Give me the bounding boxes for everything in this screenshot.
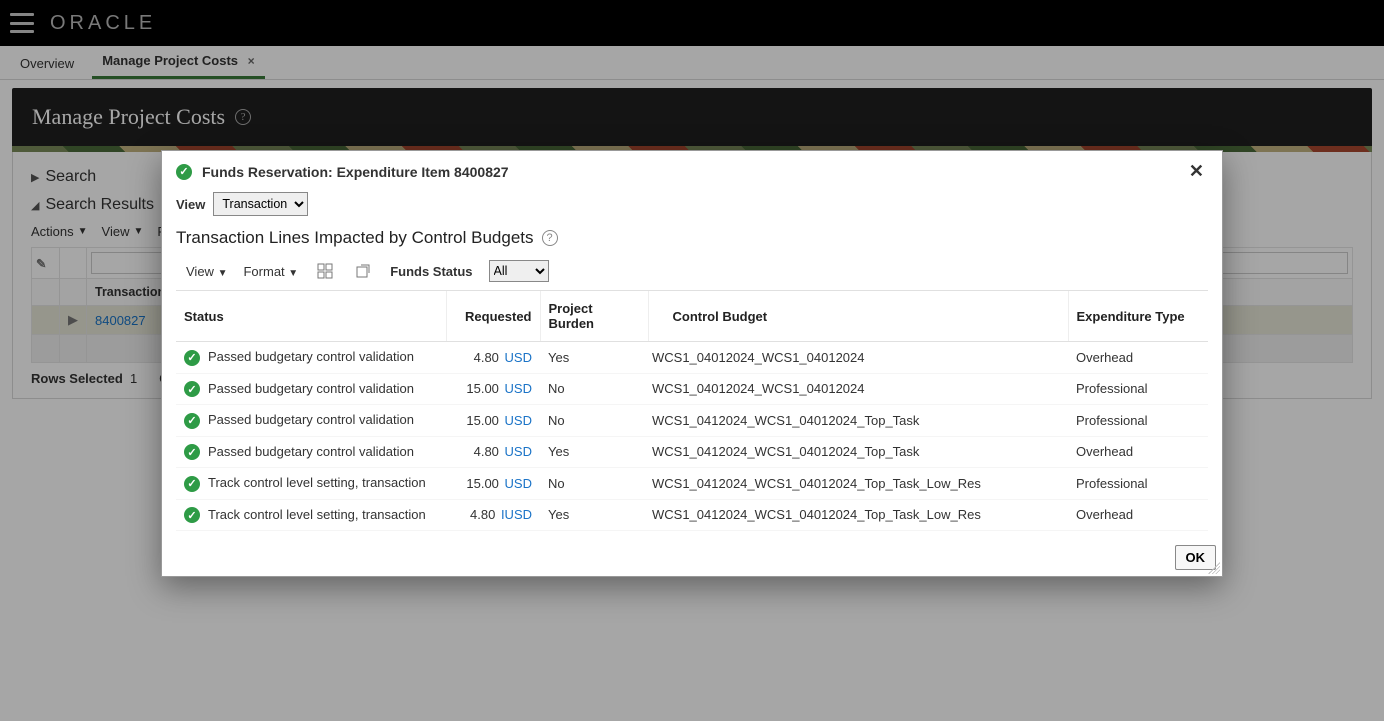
requested-amount: 15.00 xyxy=(466,381,499,396)
col-project-burden[interactable]: Project Burden xyxy=(540,291,648,342)
dialog-body: View Transaction Transaction Lines Impac… xyxy=(162,188,1222,539)
table-row[interactable]: ✓ Track control level setting, transactio… xyxy=(176,499,1208,531)
view-label: View xyxy=(176,197,205,212)
format-label: Format xyxy=(243,264,284,279)
project-burden-value: No xyxy=(540,468,648,500)
currency-code: IUSD xyxy=(501,507,532,522)
success-icon: ✓ xyxy=(184,444,200,460)
success-icon: ✓ xyxy=(184,413,200,429)
dialog-header: ✓ Funds Reservation: Expenditure Item 84… xyxy=(162,151,1222,188)
control-budget-value: WCS1_04012024_WCS1_04012024 xyxy=(648,342,1068,374)
control-budget-value: WCS1_04012024_WCS1_04012024 xyxy=(648,373,1068,405)
currency-code: USD xyxy=(505,381,532,396)
status-text: Passed budgetary control validation xyxy=(208,381,414,396)
funds-status-label: Funds Status xyxy=(390,264,472,279)
section-title: Transaction Lines Impacted by Control Bu… xyxy=(176,228,1208,248)
success-icon: ✓ xyxy=(184,476,200,492)
success-icon: ✓ xyxy=(176,164,192,180)
expenditure-type-value: Overhead xyxy=(1068,342,1208,374)
control-budget-value: WCS1_0412024_WCS1_04012024_Top_Task xyxy=(648,405,1068,437)
section-title-text: Transaction Lines Impacted by Control Bu… xyxy=(176,228,534,248)
help-icon[interactable]: ? xyxy=(542,230,558,246)
table-row[interactable]: ✓ Passed budgetary control validation 4.80… xyxy=(176,436,1208,468)
col-requested[interactable]: Requested xyxy=(446,291,540,342)
success-icon: ✓ xyxy=(184,381,200,397)
currency-code: USD xyxy=(505,444,532,459)
status-text: Track control level setting, transaction xyxy=(208,507,426,522)
modal-overlay: ✓ Funds Reservation: Expenditure Item 84… xyxy=(0,0,1384,721)
requested-amount: 4.80 xyxy=(474,444,499,459)
view-row: View Transaction xyxy=(176,192,1208,216)
requested-amount: 15.00 xyxy=(466,476,499,491)
col-status[interactable]: Status xyxy=(176,291,446,342)
project-burden-value: Yes xyxy=(540,342,648,374)
status-text: Passed budgetary control validation xyxy=(208,444,414,459)
lines-view-menu[interactable]: View ▼ xyxy=(186,264,227,279)
success-icon: ✓ xyxy=(184,507,200,523)
resize-handle[interactable] xyxy=(1208,562,1220,574)
lines-toolbar: View ▼ Format ▼ Funds Status All xyxy=(176,256,1208,291)
currency-code: USD xyxy=(505,413,532,428)
funds-reservation-dialog: ✓ Funds Reservation: Expenditure Item 84… xyxy=(161,150,1223,577)
table-row[interactable]: ✓ Passed budgetary control validation 15.0… xyxy=(176,405,1208,437)
status-text: Track control level setting, transaction xyxy=(208,475,426,490)
status-text: Passed budgetary control validation xyxy=(208,349,414,364)
lines-table: Status Requested Project Burden Control … xyxy=(176,291,1208,531)
view-select[interactable]: Transaction xyxy=(213,192,308,216)
requested-amount: 4.80 xyxy=(470,507,495,522)
currency-code: USD xyxy=(505,476,532,491)
funds-status-select[interactable]: All xyxy=(489,260,549,282)
expenditure-type-value: Professional xyxy=(1068,373,1208,405)
detach-icon[interactable] xyxy=(352,260,374,282)
currency-code: USD xyxy=(505,350,532,365)
expenditure-type-value: Overhead xyxy=(1068,499,1208,531)
requested-amount: 15.00 xyxy=(466,413,499,428)
col-expenditure-type[interactable]: Expenditure Type xyxy=(1068,291,1208,342)
expenditure-type-value: Professional xyxy=(1068,405,1208,437)
project-burden-value: No xyxy=(540,405,648,437)
dialog-footer: OK xyxy=(162,539,1222,576)
project-burden-value: Yes xyxy=(540,436,648,468)
expenditure-type-value: Overhead xyxy=(1068,436,1208,468)
control-budget-value: WCS1_0412024_WCS1_04012024_Top_Task_Low_… xyxy=(648,468,1068,500)
project-burden-value: Yes xyxy=(540,499,648,531)
freeze-icon[interactable] xyxy=(314,260,336,282)
project-burden-value: No xyxy=(540,373,648,405)
success-icon: ✓ xyxy=(184,350,200,366)
close-icon[interactable]: ✕ xyxy=(1185,161,1208,182)
status-text: Passed budgetary control validation xyxy=(208,412,414,427)
requested-amount: 4.80 xyxy=(474,350,499,365)
lines-format-menu[interactable]: Format ▼ xyxy=(243,264,298,279)
caret-down-icon: ▼ xyxy=(288,268,298,279)
caret-down-icon: ▼ xyxy=(218,268,228,279)
expenditure-type-value: Professional xyxy=(1068,468,1208,500)
view-label: View xyxy=(186,264,214,279)
table-row[interactable]: ✓ Track control level setting, transactio… xyxy=(176,468,1208,500)
dialog-title: Funds Reservation: Expenditure Item 8400… xyxy=(202,164,1185,180)
col-control-budget[interactable]: Control Budget xyxy=(648,291,1068,342)
table-row[interactable]: ✓ Passed budgetary control validation 15.0… xyxy=(176,373,1208,405)
control-budget-value: WCS1_0412024_WCS1_04012024_Top_Task xyxy=(648,436,1068,468)
table-row[interactable]: ✓ Passed budgetary control validation 4.80… xyxy=(176,342,1208,374)
control-budget-value: WCS1_0412024_WCS1_04012024_Top_Task_Low_… xyxy=(648,499,1068,531)
